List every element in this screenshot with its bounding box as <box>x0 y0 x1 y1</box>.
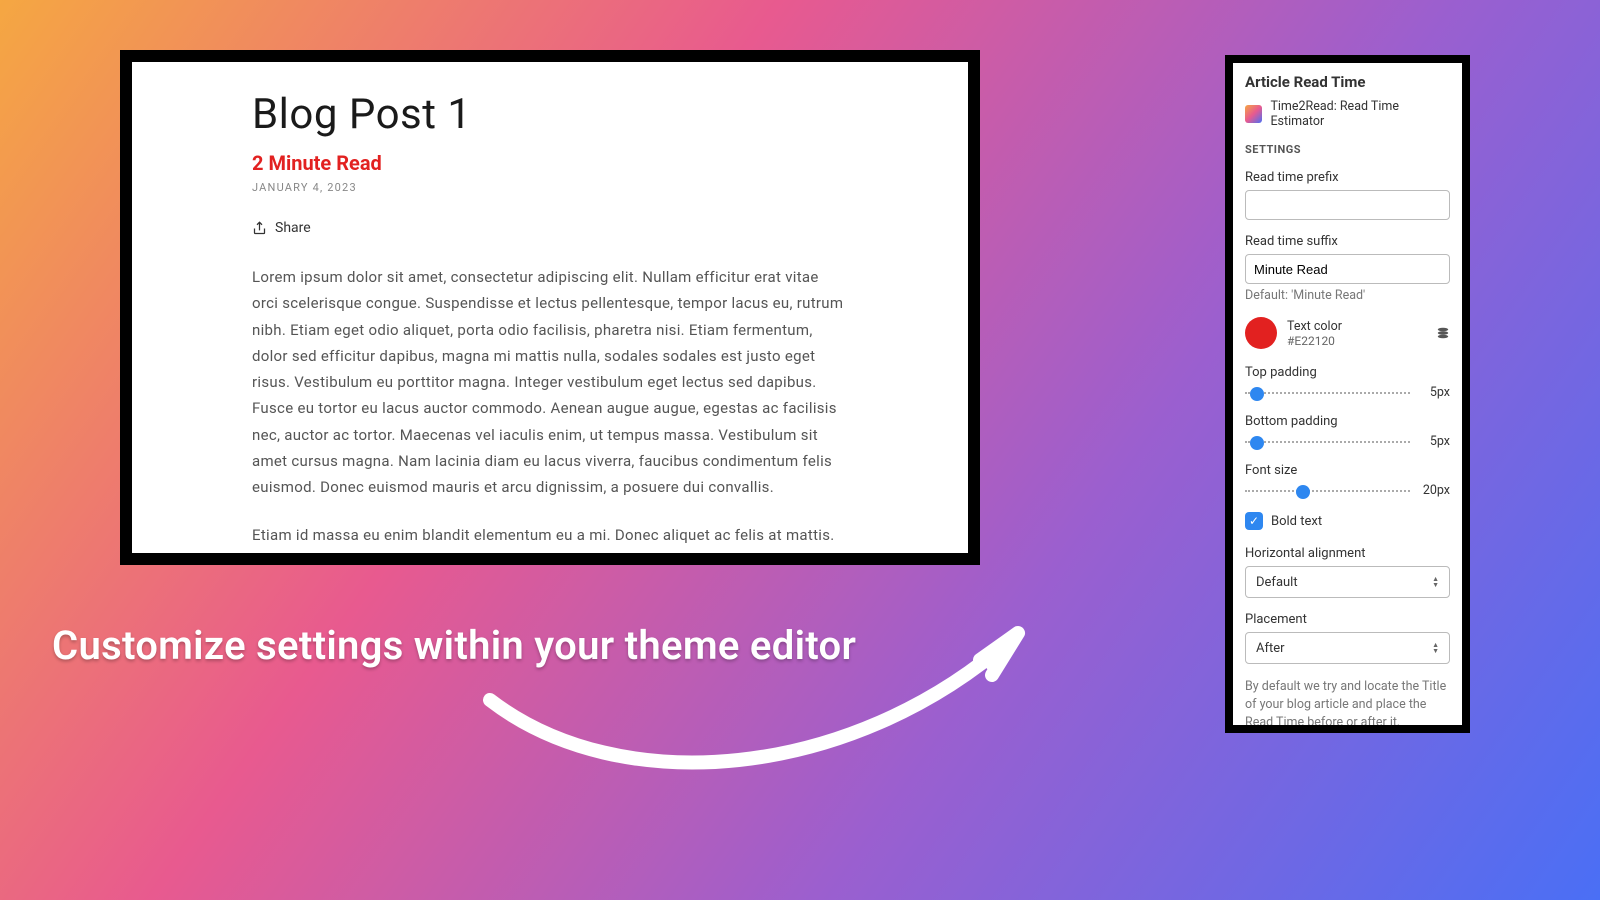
text-color-hex: #E22120 <box>1287 334 1426 348</box>
prefix-label: Read time prefix <box>1245 170 1450 185</box>
prefix-input[interactable] <box>1245 190 1450 220</box>
arrow-icon <box>470 605 1040 805</box>
h-align-select[interactable]: Default ▲▼ <box>1245 566 1450 598</box>
settings-panel: Article Read Time Time2Read: Read Time E… <box>1233 63 1462 725</box>
settings-section-label: SETTINGS <box>1245 143 1450 156</box>
bottom-padding-slider[interactable] <box>1245 441 1410 443</box>
placement-value: After <box>1256 641 1285 656</box>
chevron-updown-icon: ▲▼ <box>1432 642 1439 654</box>
bold-text-label: Bold text <box>1271 514 1322 529</box>
blog-preview-frame: Blog Post 1 2 Minute Read JANUARY 4, 202… <box>120 50 980 565</box>
chevron-updown-icon: ▲▼ <box>1432 576 1439 588</box>
blog-paragraph: Lorem ipsum dolor sit amet, consectetur … <box>252 264 848 500</box>
color-swatch <box>1245 317 1277 349</box>
suffix-label: Read time suffix <box>1245 234 1450 249</box>
bottom-padding-label: Bottom padding <box>1245 414 1450 429</box>
share-icon <box>252 221 267 236</box>
blog-preview: Blog Post 1 2 Minute Read JANUARY 4, 202… <box>132 62 968 553</box>
read-time-text: 2 Minute Read <box>252 151 848 175</box>
top-padding-value: 5px <box>1418 385 1450 400</box>
h-align-label: Horizontal alignment <box>1245 546 1450 561</box>
font-size-label: Font size <box>1245 463 1450 478</box>
bottom-padding-value: 5px <box>1418 434 1450 449</box>
panel-title: Article Read Time <box>1245 73 1450 91</box>
app-name: Time2Read: Read Time Estimator <box>1270 99 1450 129</box>
app-row[interactable]: Time2Read: Read Time Estimator <box>1245 99 1450 129</box>
blog-body: Lorem ipsum dolor sit amet, consectetur … <box>252 264 848 553</box>
share-button[interactable]: Share <box>252 220 848 236</box>
text-color-picker[interactable]: Text color #E22120 <box>1245 317 1450 349</box>
blog-paragraph: Etiam id massa eu enim blandit elementum… <box>252 522 848 553</box>
font-size-value: 20px <box>1418 483 1450 498</box>
suffix-input[interactable] <box>1245 254 1450 284</box>
top-padding-slider[interactable] <box>1245 392 1410 394</box>
checkbox-checked-icon: ✓ <box>1245 512 1263 530</box>
h-align-value: Default <box>1256 575 1298 590</box>
top-padding-label: Top padding <box>1245 365 1450 380</box>
share-label: Share <box>275 220 311 236</box>
placement-helper: By default we try and locate the Title o… <box>1245 678 1450 725</box>
layers-icon <box>1436 326 1450 340</box>
blog-title: Blog Post 1 <box>252 90 848 139</box>
font-size-slider[interactable] <box>1245 490 1410 492</box>
settings-panel-frame: Article Read Time Time2Read: Read Time E… <box>1225 55 1470 733</box>
app-icon <box>1245 105 1262 123</box>
placement-label: Placement <box>1245 612 1450 627</box>
bold-text-checkbox[interactable]: ✓ Bold text <box>1245 512 1450 530</box>
blog-date: JANUARY 4, 2023 <box>252 181 848 194</box>
placement-select[interactable]: After ▲▼ <box>1245 632 1450 664</box>
suffix-helper: Default: 'Minute Read' <box>1245 288 1450 303</box>
text-color-label: Text color <box>1287 319 1426 334</box>
